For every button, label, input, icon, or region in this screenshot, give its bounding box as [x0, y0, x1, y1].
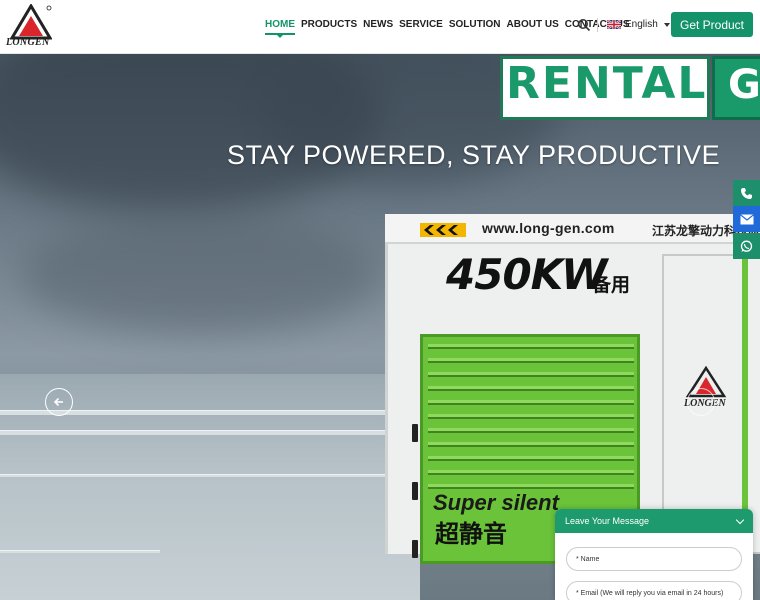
guard-rail: [0, 474, 420, 477]
louver-slat: [428, 400, 634, 405]
super-silent-text: Super silent: [433, 490, 559, 515]
nav-item-service[interactable]: SERVICE: [399, 19, 443, 30]
nav-item-news[interactable]: NEWS: [363, 19, 393, 30]
nav-item-solution[interactable]: SOLUTION: [449, 19, 501, 30]
side-email-button[interactable]: [733, 206, 760, 232]
chevron-down-icon[interactable]: [735, 515, 745, 525]
nav-item-about-us[interactable]: ABOUT US: [507, 19, 559, 30]
language-selector[interactable]: English: [607, 19, 670, 30]
rental-sign-text: RENTAL: [506, 58, 708, 109]
get-product-button[interactable]: Get Product: [671, 12, 753, 37]
container-hinge: [412, 540, 418, 558]
logo-text: LONGEN: [6, 37, 50, 48]
louver-slat: [428, 358, 634, 363]
louver-slat: [428, 442, 634, 447]
nav-item-products[interactable]: PRODUCTS: [301, 19, 357, 30]
whatsapp-icon: [740, 240, 753, 252]
louver-slat: [428, 372, 634, 377]
container-hinge: [412, 482, 418, 500]
hero-tagline: STAY POWERED, STAY PRODUCTIVE: [227, 140, 721, 170]
nav-item-home[interactable]: HOME: [265, 19, 295, 38]
rental-sign-partial-text: GE: [728, 62, 760, 108]
chevron-down-icon: [663, 22, 670, 27]
uk-flag-icon: [607, 20, 621, 29]
site-header: LONGEN HOME PRODUCTS NEWS SERVICE SOLUTI…: [0, 0, 760, 54]
header-divider: [597, 18, 598, 32]
logo-mark-icon: [10, 4, 52, 40]
side-phone-button[interactable]: [733, 180, 760, 206]
door-lock-bar: [742, 244, 748, 544]
louver-slat: [428, 344, 634, 349]
arrow-left-icon: [53, 397, 63, 407]
guard-rail: [0, 430, 420, 435]
power-rating-text: 450KW: [446, 250, 607, 299]
louver-slat: [428, 428, 634, 433]
super-silent-cn-text: 超静音: [435, 521, 507, 548]
carousel-next-button[interactable]: [687, 388, 715, 416]
email-field[interactable]: * Email (We will reply you via email in …: [566, 581, 742, 600]
side-whatsapp-button[interactable]: [733, 233, 760, 259]
email-icon: [739, 213, 754, 224]
louver-slat: [428, 456, 634, 461]
road-line: [0, 550, 160, 553]
sky-cloud: [20, 214, 380, 334]
chat-title: Leave Your Message: [565, 516, 650, 526]
chat-header[interactable]: Leave Your Message: [555, 509, 753, 533]
search-icon[interactable]: [577, 18, 591, 32]
louver-slat: [428, 414, 634, 419]
container-url-text: www.long-gen.com: [482, 220, 615, 236]
brand-logo[interactable]: LONGEN: [6, 4, 56, 48]
container-hinge: [412, 424, 418, 442]
phone-icon: [741, 187, 752, 199]
name-field[interactable]: * Name: [566, 547, 742, 571]
louver-slat: [428, 470, 634, 475]
louver-slat: [428, 386, 634, 391]
language-label: English: [625, 19, 658, 30]
warning-chevron-icon: [420, 223, 466, 237]
power-rating-cn-text: 备用: [592, 275, 631, 296]
carousel-prev-button[interactable]: [45, 388, 73, 416]
louver-slat: [428, 484, 634, 489]
leave-message-panel: Leave Your Message * Name * Email (We wi…: [555, 509, 753, 600]
